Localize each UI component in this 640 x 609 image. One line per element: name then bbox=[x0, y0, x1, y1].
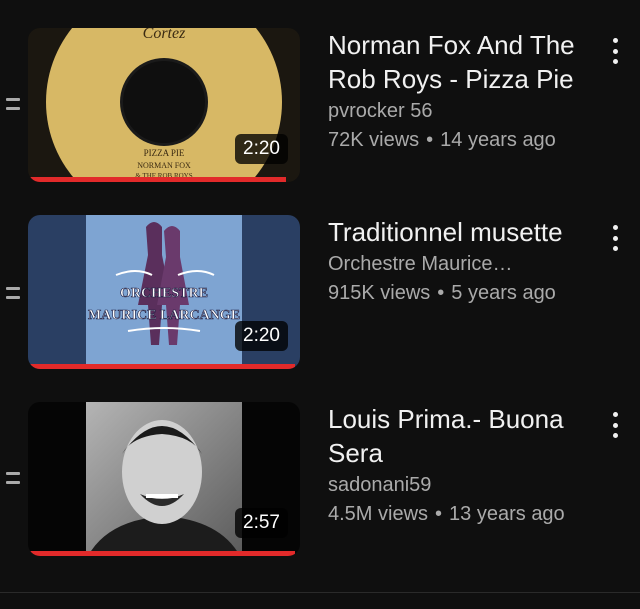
watch-progress-bar bbox=[28, 364, 295, 369]
upload-age: 14 years ago bbox=[440, 129, 556, 151]
view-count: 72K views bbox=[328, 129, 420, 151]
channel-name: Orchestre Maurice… bbox=[328, 253, 513, 275]
view-count: 4.5M views bbox=[328, 503, 429, 525]
video-title[interactable]: Norman Fox And The Rob Roys - Pizza Pie bbox=[328, 28, 588, 96]
video-thumbnail[interactable]: Cortez PIZZA PIE NORMAN FOX & THE ROB RO… bbox=[28, 28, 300, 182]
record-song-text: PIZZA PIE bbox=[144, 148, 185, 158]
watch-progress-bar bbox=[28, 551, 295, 556]
record-brand-text: Cortez bbox=[143, 28, 186, 42]
poster-line-2: MAURICE LARCANGE bbox=[88, 308, 240, 323]
video-stats: 4.5M views • 13 years ago bbox=[328, 503, 588, 526]
separator: • bbox=[435, 503, 443, 525]
record-artist-text: NORMAN FOX bbox=[137, 161, 191, 170]
video-title[interactable]: Traditionnel musette bbox=[328, 215, 588, 249]
more-options-icon[interactable] bbox=[612, 412, 618, 438]
divider bbox=[0, 592, 640, 593]
drag-handle-icon[interactable] bbox=[6, 98, 20, 110]
video-thumbnail[interactable]: 2:57 bbox=[28, 402, 300, 556]
separator: • bbox=[437, 282, 445, 304]
duration-badge: 2:20 bbox=[235, 134, 288, 164]
drag-handle-icon[interactable] bbox=[6, 472, 20, 484]
video-title[interactable]: Louis Prima.- Buona Sera bbox=[328, 402, 588, 470]
duration-badge: 2:57 bbox=[235, 508, 288, 538]
playlist-item[interactable]: 2:57 Louis Prima.- Buona Sera sadonani59… bbox=[0, 402, 640, 562]
video-thumbnail[interactable]: ORCHESTRE MAURICE LARCANGE 2:20 bbox=[28, 215, 300, 369]
poster-line-1: ORCHESTRE bbox=[120, 286, 208, 301]
channel-name: pvrocker 56 bbox=[328, 100, 433, 122]
playlist-item[interactable]: Cortez PIZZA PIE NORMAN FOX & THE ROB RO… bbox=[0, 28, 640, 188]
video-stats: 915K views • 5 years ago bbox=[328, 282, 588, 305]
upload-age: 13 years ago bbox=[449, 503, 565, 525]
duration-badge: 2:20 bbox=[235, 321, 288, 351]
view-count: 915K views bbox=[328, 282, 431, 304]
upload-age: 5 years ago bbox=[451, 282, 556, 304]
separator: • bbox=[426, 129, 434, 151]
playlist-item[interactable]: ORCHESTRE MAURICE LARCANGE 2:20 Traditio… bbox=[0, 215, 640, 375]
video-meta[interactable]: Traditionnel musette Orchestre Maurice… … bbox=[328, 215, 588, 305]
more-options-icon[interactable] bbox=[612, 225, 618, 251]
channel-name: sadonani59 bbox=[328, 474, 432, 496]
more-options-icon[interactable] bbox=[612, 38, 618, 64]
video-meta[interactable]: Norman Fox And The Rob Roys - Pizza Pie … bbox=[328, 28, 588, 152]
watch-progress-bar bbox=[28, 177, 287, 182]
video-stats: 72K views • 14 years ago bbox=[328, 129, 588, 152]
video-meta[interactable]: Louis Prima.- Buona Sera sadonani59 4.5M… bbox=[328, 402, 588, 526]
drag-handle-icon[interactable] bbox=[6, 287, 20, 299]
